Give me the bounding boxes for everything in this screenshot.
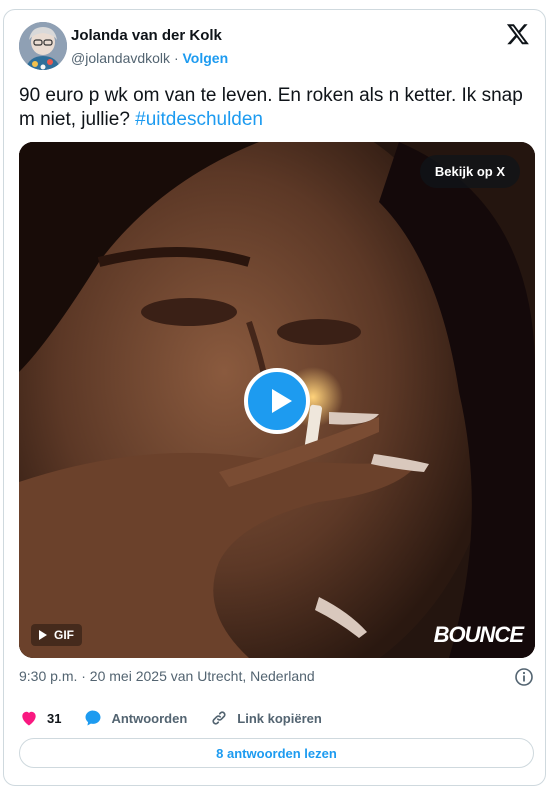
author-name[interactable]: Jolanda van der Kolk [71,27,222,44]
gif-label: GIF [54,628,74,642]
gif-play-icon [39,630,47,640]
bounce-watermark: BOUNCE [433,622,524,647]
tweet-text: 90 euro p wk om van te leven. En roken a… [19,84,524,132]
follow-button[interactable]: Volgen [183,50,229,66]
reply-bubble-icon [85,710,101,726]
separator-dot: · [173,50,179,66]
info-icon[interactable] [514,667,534,687]
x-logo-icon[interactable] [506,22,530,46]
avatar-image [19,22,67,70]
copy-link-label: Link kopiëren [237,710,322,726]
reply-button[interactable]: Antwoorden [83,708,187,728]
heart-icon [22,711,36,726]
play-icon [272,389,292,413]
author-handle[interactable]: @jolandavdkolk [71,50,170,66]
reply-label: Antwoorden [111,710,188,726]
link-icon [212,711,226,725]
handle-row: @jolandavdkolk · Volgen [71,50,228,66]
copy-link-button[interactable]: Link kopiëren [209,708,322,728]
gif-media[interactable]: Bekijk op X GIF BOUNCE [19,142,535,658]
view-on-x-button[interactable]: Bekijk op X [419,155,520,188]
read-replies-button[interactable]: 8 antwoorden lezen [19,738,534,768]
gif-badge: GIF [31,624,82,646]
play-button[interactable] [244,368,310,434]
avatar[interactable] [19,22,67,70]
tweet-timestamp[interactable]: 9:30 p.m. · 20 mei 2025 van Utrecht, Ned… [19,668,315,684]
like-count: 31 [47,710,62,726]
tweet-body: 90 euro p wk om van te leven. En roken a… [19,85,523,130]
hashtag-link[interactable]: #uitdeschulden [135,109,263,130]
like-button[interactable]: 31 [19,708,61,728]
tweet-actions: 31 Antwoorden Link kopiëren [19,708,344,728]
